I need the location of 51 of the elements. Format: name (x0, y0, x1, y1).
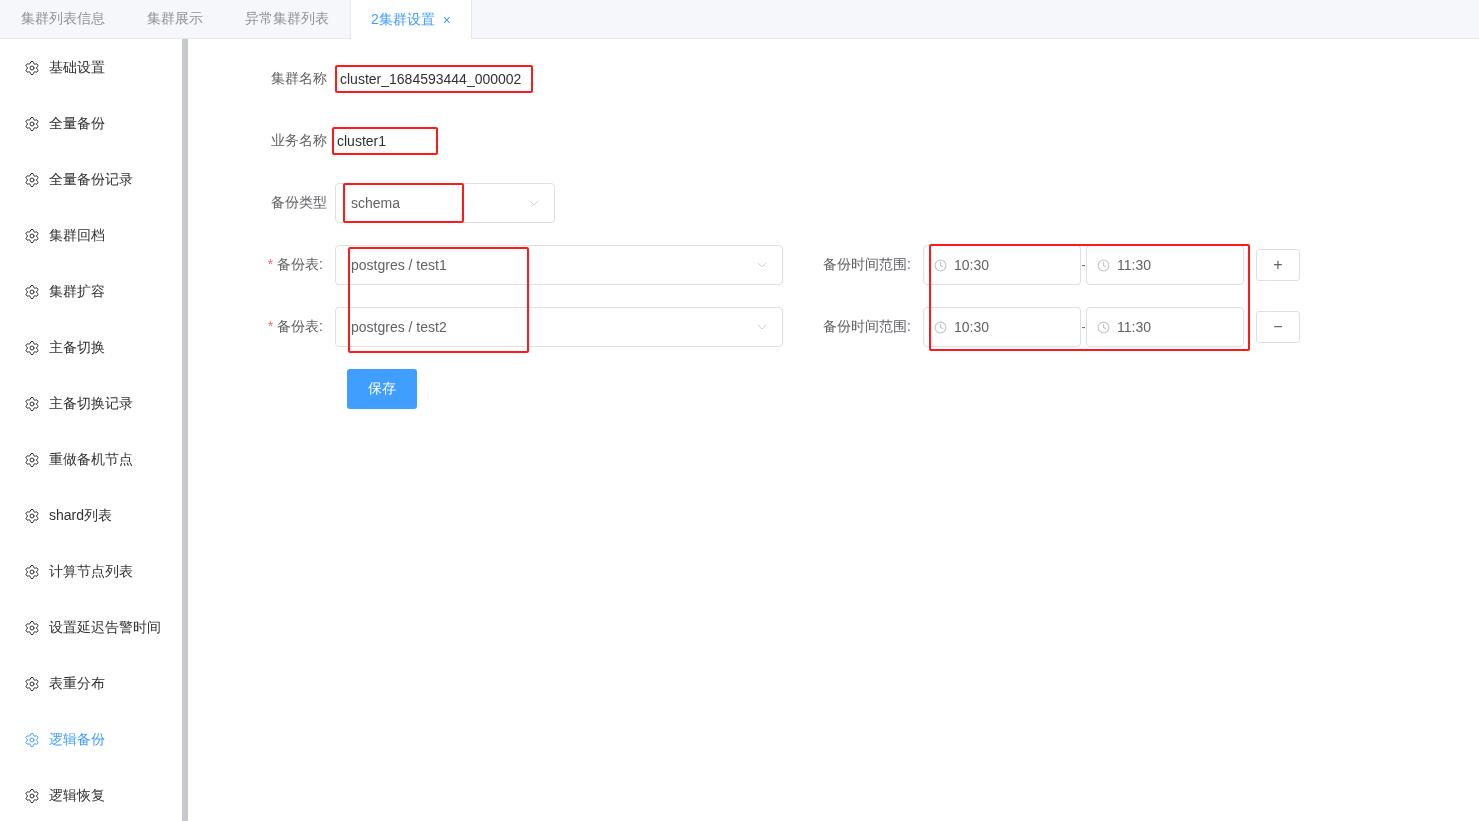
input-field[interactable]: cluster_1684593444_000002 (335, 65, 533, 93)
input-field[interactable]: cluster1 (332, 127, 438, 155)
sidebar-item[interactable]: 集群扩容 (0, 264, 182, 320)
sidebar-item[interactable]: 主备切换 (0, 320, 182, 376)
gear-icon (24, 452, 40, 468)
gear-icon (24, 116, 40, 132)
sidebar-item[interactable]: 全量备份记录 (0, 152, 182, 208)
gear-icon (24, 564, 40, 580)
scrollbar[interactable] (182, 39, 188, 821)
sidebar-item[interactable]: 基础设置 (0, 40, 182, 96)
field-label: * 备份表: (266, 256, 324, 274)
sidebar-item[interactable]: 主备切换记录 (0, 376, 182, 432)
gear-icon (24, 396, 40, 412)
gear-icon (24, 172, 40, 188)
time-field[interactable]: 11:30 (1086, 307, 1244, 347)
sidebar-item[interactable]: 逻辑恢复 (0, 768, 182, 821)
gear-icon (24, 60, 40, 76)
select-field[interactable]: schema (335, 183, 555, 223)
gear-icon (24, 508, 40, 524)
sidebar-item[interactable]: 计算节点列表 (0, 544, 182, 600)
gear-icon (24, 340, 40, 356)
field-label: 备份时间范围: (823, 256, 912, 274)
field-label: 业务名称 (270, 132, 328, 150)
gear-icon (24, 620, 40, 636)
field-label: 备份类型 (270, 194, 328, 212)
gear-icon (24, 284, 40, 300)
select-field[interactable]: postgres / test1 (335, 245, 783, 285)
sidebar-item[interactable]: 重做备机节点 (0, 432, 182, 488)
field-label: 备份时间范围: (823, 318, 912, 336)
sidebar-item[interactable]: shard列表 (0, 488, 182, 544)
range-separator: - (1081, 320, 1086, 334)
field-label: 集群名称 (270, 70, 328, 88)
row-action-button[interactable]: + (1256, 249, 1300, 281)
clock-icon (1097, 320, 1110, 334)
gear-icon (24, 228, 40, 244)
sidebar-item[interactable]: 全量备份 (0, 96, 182, 152)
time-field[interactable]: 10:30 (923, 245, 1081, 285)
gear-icon (24, 676, 40, 692)
clock-icon (934, 258, 947, 272)
sidebar-item[interactable]: 表重分布 (0, 656, 182, 712)
clock-icon (1097, 258, 1110, 272)
range-separator: - (1081, 258, 1086, 272)
row-action-button[interactable]: − (1256, 311, 1300, 343)
field-label: * 备份表: (266, 318, 324, 336)
sidebar-item[interactable]: 集群回档 (0, 208, 182, 264)
gear-icon (24, 788, 40, 804)
sidebar-item[interactable]: 设置延迟告警时间 (0, 600, 182, 656)
clock-icon (934, 320, 947, 334)
select-field[interactable]: postgres / test2 (335, 307, 783, 347)
gear-icon (24, 732, 40, 748)
time-field[interactable]: 10:30 (923, 307, 1081, 347)
